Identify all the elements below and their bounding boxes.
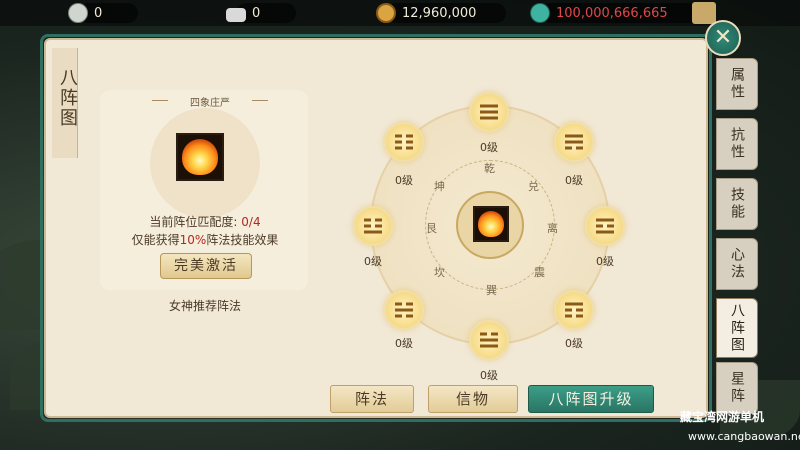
trigram-icon <box>565 132 583 153</box>
trigram-node-gen[interactable] <box>353 206 393 246</box>
resource-silver: 0 <box>226 3 296 23</box>
trigram-level: 0级 <box>565 174 583 187</box>
panel-title: 八阵图 <box>57 68 78 128</box>
position-match-value: 0/4 <box>241 215 261 229</box>
tab-star[interactable]: 星阵 <box>716 362 758 414</box>
copper-coin-icon <box>376 3 396 23</box>
tab-bazhen-upgrade[interactable]: 八阵图升级 <box>528 385 654 413</box>
flame-emblem-icon <box>478 211 504 237</box>
resource-value: 0 <box>252 5 261 21</box>
watermark-url: www.cangbaowan.net <box>688 430 800 443</box>
trigram-level: 0级 <box>480 369 498 382</box>
effect-prefix: 仅能获得 <box>131 233 180 247</box>
trigram-node-li[interactable] <box>585 206 625 246</box>
trigram-icon <box>565 300 583 321</box>
resource-value: 12,960,000 <box>402 5 477 21</box>
center-formation-slot[interactable] <box>473 206 509 242</box>
tab-attributes[interactable]: 属性 <box>716 58 758 110</box>
goddess-recommend-label: 女神推荐阵法 <box>168 299 241 313</box>
trigram-node-kun[interactable] <box>384 122 424 162</box>
trigram-name: 坎 <box>434 266 445 279</box>
tab-bazhen[interactable]: 八阵图 <box>716 298 758 358</box>
effect-line: 仅能获得10%阵法技能效果 <box>110 231 300 248</box>
tab-token[interactable]: 信物 <box>428 385 518 413</box>
trigram-icon <box>395 132 413 153</box>
close-button[interactable]: ✕ <box>705 20 741 56</box>
trigram-name: 乾 <box>484 162 495 175</box>
formation-item-slot[interactable] <box>176 133 224 181</box>
trigram-node-kan[interactable] <box>384 290 424 330</box>
trigram-level: 0级 <box>565 337 583 350</box>
position-match-line: 当前阵位匹配度: 0/4 <box>110 213 300 230</box>
gift-icon[interactable] <box>692 2 716 24</box>
trigram-name: 坤 <box>434 180 445 193</box>
trigram-node-xun[interactable] <box>469 320 509 360</box>
scroll-currency-icon <box>68 3 88 23</box>
flame-emblem-icon <box>182 139 218 175</box>
tab-formation[interactable]: 阵法 <box>330 385 414 413</box>
trigram-level: 0级 <box>395 174 413 187</box>
tab-skills[interactable]: 技能 <box>716 178 758 230</box>
card-title: 四象庄严 <box>150 94 270 109</box>
tab-resistance[interactable]: 抗性 <box>716 118 758 170</box>
trigram-icon <box>596 216 614 237</box>
effect-percent: 10% <box>179 233 207 247</box>
trigram-level: 0级 <box>395 337 413 350</box>
jade-currency-icon <box>530 3 550 23</box>
silver-ingot-icon <box>226 7 246 22</box>
watermark-title: 藏宝湾网游单机 <box>680 410 765 424</box>
trigram-level: 0级 <box>596 255 614 268</box>
trigram-name: 艮 <box>426 222 437 235</box>
trigram-name: 兑 <box>528 180 539 193</box>
trigram-name: 震 <box>534 266 545 279</box>
trigram-node-qian[interactable] <box>469 92 509 132</box>
resource-scroll: 0 <box>68 3 138 23</box>
tab-mind[interactable]: 心法 <box>716 238 758 290</box>
trigram-node-zhen[interactable] <box>554 290 594 330</box>
trigram-node-dui[interactable] <box>554 122 594 162</box>
resource-value: 0 <box>94 5 103 21</box>
trigram-name: 巽 <box>486 284 497 297</box>
effect-suffix: 阵法技能效果 <box>206 233 279 247</box>
panel-title-strip: 八阵图 <box>52 48 78 158</box>
trigram-level: 0级 <box>364 255 382 268</box>
trigram-name: 离 <box>547 222 558 235</box>
trigram-icon <box>395 300 413 321</box>
perfect-activate-button[interactable]: 完美激活 <box>160 253 252 279</box>
trigram-icon <box>364 216 382 237</box>
position-match-label: 当前阵位匹配度: <box>149 215 242 229</box>
resource-value: 100,000,666,665 <box>556 5 668 21</box>
trigram-icon <box>480 330 498 351</box>
resource-bar: 0 0 12,960,000 100,000,666,665 <box>0 0 800 26</box>
resource-copper: 12,960,000 <box>376 3 506 23</box>
resource-jade: 100,000,666,665 <box>530 3 700 23</box>
trigram-icon <box>480 102 498 123</box>
trigram-level: 0级 <box>480 141 498 154</box>
